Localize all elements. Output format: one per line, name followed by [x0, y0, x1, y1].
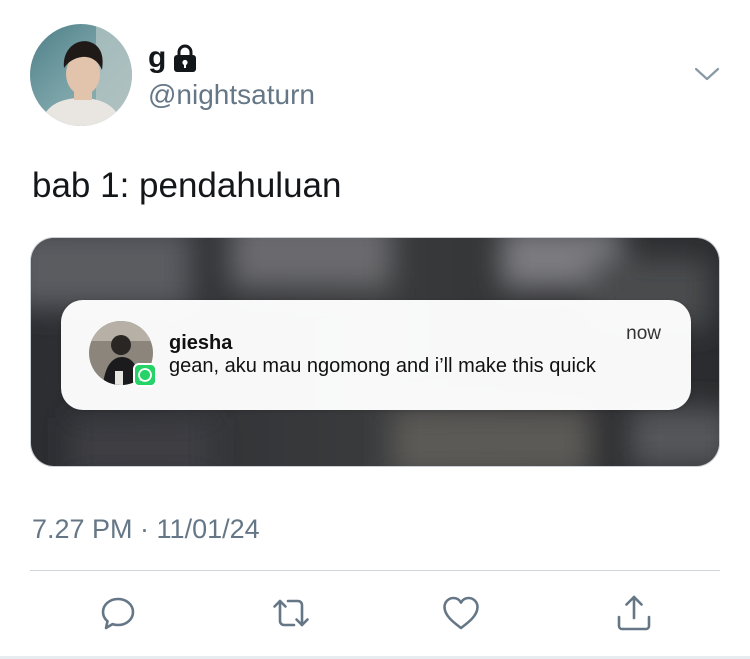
divider: [30, 570, 720, 571]
tweet-actions: [0, 593, 750, 635]
user-handle[interactable]: @nightsaturn: [148, 78, 315, 112]
reply-icon[interactable]: [98, 593, 138, 633]
notification-sender: giesha: [169, 332, 233, 354]
tweet-card: g @nightsaturn bab 1: pendahuluan giesha…: [0, 0, 750, 659]
display-name-row: g: [148, 40, 198, 76]
display-name[interactable]: g: [148, 40, 166, 76]
tweet-timestamp[interactable]: 7.27 PM · 11/01/24: [32, 512, 260, 546]
tweet-text: bab 1: pendahuluan: [32, 166, 342, 205]
notification-time: now: [626, 323, 661, 344]
profile-avatar[interactable]: [30, 24, 132, 126]
retweet-icon[interactable]: [271, 593, 311, 633]
heart-icon[interactable]: [441, 593, 481, 633]
chevron-down-icon[interactable]: [692, 63, 722, 85]
notification-message: gean, aku mau ngomong and i’ll make this…: [169, 355, 596, 377]
tweet-media-image[interactable]: giesha gean, aku mau ngomong and i’ll ma…: [30, 237, 720, 467]
whatsapp-icon: [133, 363, 157, 387]
lock-icon: [172, 43, 198, 73]
notification-banner[interactable]: giesha gean, aku mau ngomong and i’ll ma…: [61, 300, 691, 410]
share-icon[interactable]: [614, 593, 654, 633]
